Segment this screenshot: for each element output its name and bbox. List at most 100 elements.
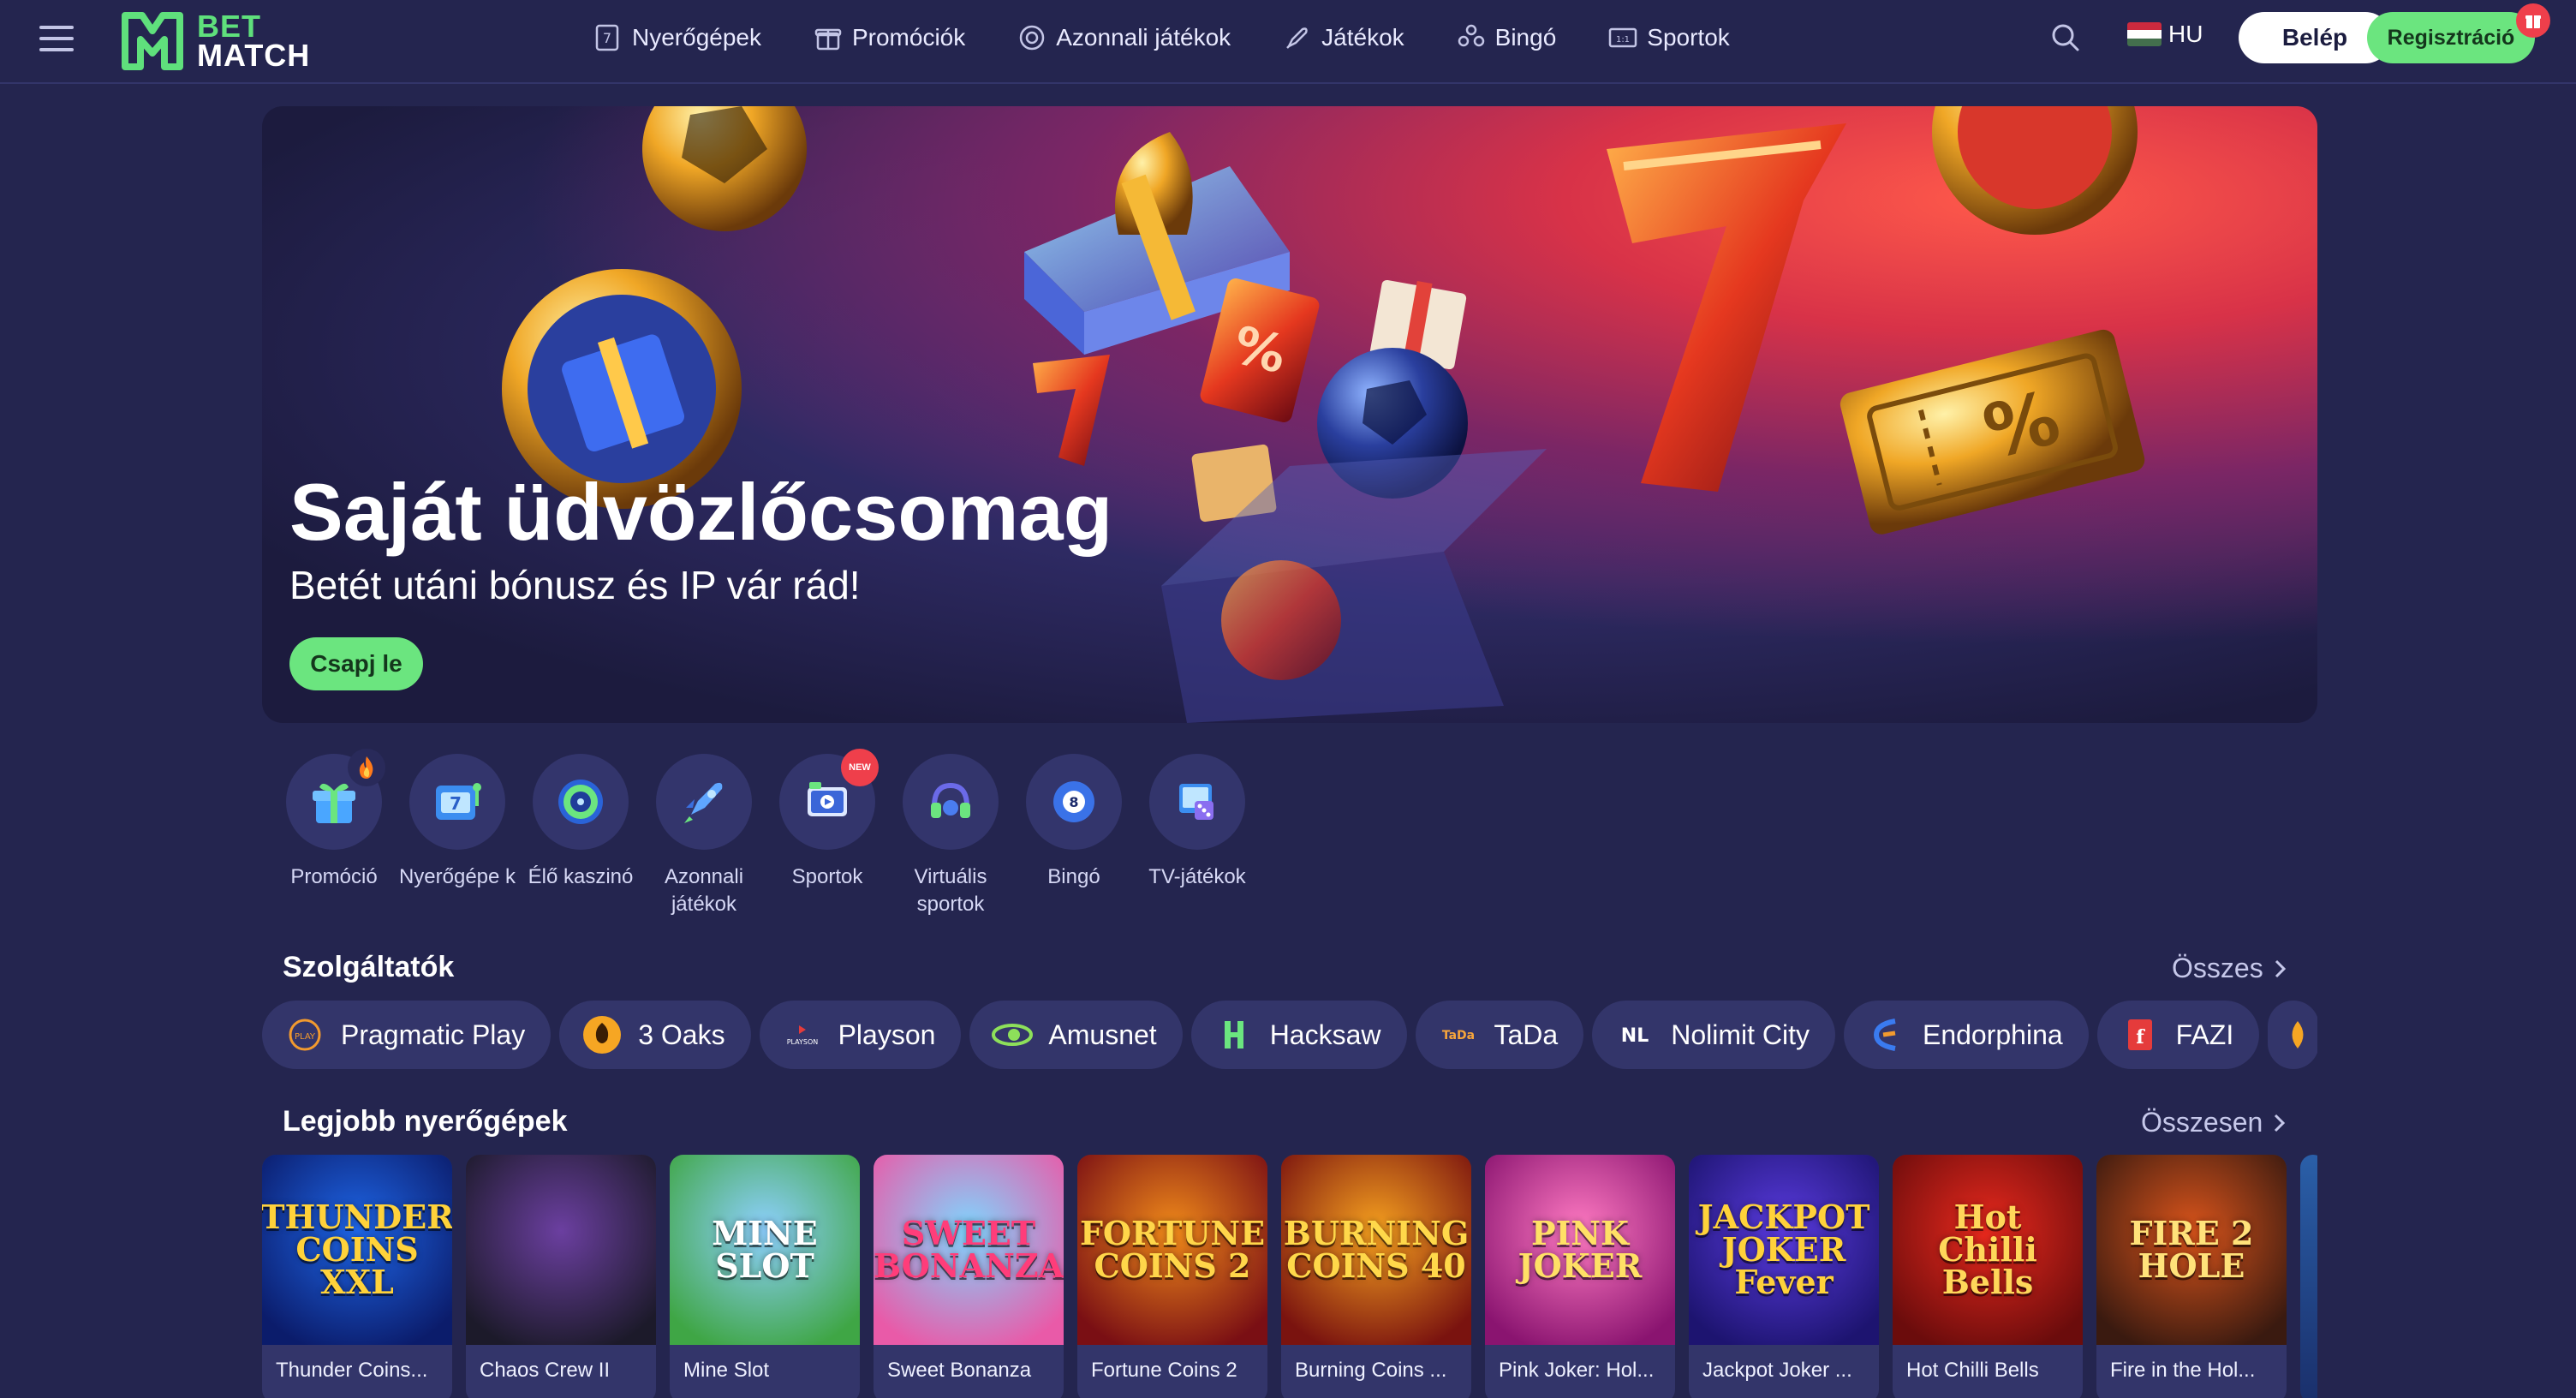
category-sports[interactable]: NEW Sportok <box>766 749 889 918</box>
category-label: Azonnali játékok <box>664 865 744 916</box>
game-tile[interactable]: PINK JOKER Pink Joker: Hol... <box>1485 1155 1675 1398</box>
gift-icon <box>814 28 842 51</box>
game-logo-text: SWEET BONANZA <box>874 1214 1064 1285</box>
game-thumbnail: PINK JOKER <box>1485 1155 1675 1345</box>
tada-icon: TaDa <box>1438 1014 1479 1055</box>
nav-item-instant-games[interactable]: Azonnali játékok <box>1017 22 1231 53</box>
game-title: Chaos Crew II <box>480 1359 611 1382</box>
provider-amusnet[interactable]: Amusnet <box>969 1001 1183 1069</box>
game-thumbnail: MINE SLOT <box>670 1155 860 1345</box>
category-label: Promóció <box>290 865 378 888</box>
category-tv-games[interactable]: TV-játékok <box>1136 754 1259 918</box>
game-tile[interactable]: FORTUNE COINS 2 Fortune Coins 2 <box>1077 1155 1267 1398</box>
game-thumbnail: FORTUNE COINS 2 <box>1077 1155 1267 1345</box>
game-tile[interactable]: BURNING COINS 40 Burning Coins ... <box>1281 1155 1471 1398</box>
nav-label: Nyerőgépek <box>632 24 761 51</box>
nav-item-games[interactable]: Játékok <box>1282 22 1404 53</box>
game-logo-text: Hot Chilli Bells <box>1938 1198 2037 1301</box>
hero-banner[interactable]: % % Saját üdvözlőcsomag Betét utáni bónu… <box>262 106 2317 723</box>
hacksaw-icon <box>1213 1014 1255 1055</box>
hero-cta-button[interactable]: Csapj le <box>289 637 423 690</box>
category-label: Sportok <box>791 865 863 888</box>
game-tile[interactable]: FIRE 2 HOLE Fire in the Hol... <box>2096 1155 2287 1398</box>
category-promotion[interactable]: Promóció <box>272 749 396 918</box>
chip-icon <box>1020 25 1045 51</box>
top-slots-all-link[interactable]: Összesen <box>2141 1107 2287 1138</box>
game-tile-partial[interactable] <box>2300 1155 2317 1398</box>
tv-dice-icon <box>1179 784 1213 820</box>
svg-text:TaDa: TaDa <box>1441 1029 1474 1043</box>
category-label: TV-játékok <box>1148 865 1246 888</box>
nav-label: Azonnali játékok <box>1056 24 1231 51</box>
language-selector[interactable]: HU <box>2127 21 2203 48</box>
betmatch-logo-icon <box>122 12 183 70</box>
provider-3-oaks[interactable]: 3 Oaks <box>559 1001 751 1069</box>
game-logo-text: FIRE 2 HOLE <box>2129 1214 2254 1285</box>
category-label: Bingó <box>1047 865 1100 888</box>
nav-item-slots[interactable]: 7 Nyerőgépek <box>593 22 761 53</box>
game-title: Hot Chilli Bells <box>1906 1359 2039 1382</box>
game-title: Fire in the Hol... <box>2110 1359 2256 1382</box>
game-title: Sweet Bonanza <box>887 1359 1032 1382</box>
provider-pragmatic-play[interactable]: PLAY Pragmatic Play <box>262 1001 552 1069</box>
provider-playson[interactable]: PLAYSON Playson <box>759 1001 962 1069</box>
fazi-icon: f <box>2120 1014 2161 1055</box>
fire-badge-icon <box>348 749 385 786</box>
svg-text:7: 7 <box>603 30 611 46</box>
category-label: Élő kaszinó <box>528 865 634 888</box>
provider-next-partial[interactable] <box>2268 1001 2317 1069</box>
game-tile[interactable]: THUNDER COINS XXL Thunder Coins... <box>262 1155 452 1398</box>
game-thumbnail: BURNING COINS 40 <box>1281 1155 1471 1345</box>
provider-hacksaw[interactable]: Hacksaw <box>1190 1001 1407 1069</box>
game-tile[interactable]: JACKPOT JOKER Fever Jackpot Joker ... <box>1689 1155 1879 1398</box>
games-row: THUNDER COINS XXL Thunder Coins... Chaos C… <box>262 1155 2317 1398</box>
provider-nolimit-city[interactable]: NL Nolimit City <box>1592 1001 1835 1069</box>
game-thumbnail: Hot Chilli Bells <box>1893 1155 2083 1345</box>
game-title: Thunder Coins... <box>276 1359 428 1382</box>
svg-text:1:1: 1:1 <box>1616 35 1630 45</box>
provider-endorphina[interactable]: Endorphina <box>1843 1001 2089 1069</box>
brand-logo[interactable]: BET MATCH <box>120 9 310 74</box>
nav-item-sports[interactable]: 1:1 Sportok <box>1607 22 1730 53</box>
provider-tada[interactable]: TaDa TaDa <box>1415 1001 1584 1069</box>
game-tile[interactable]: Chaos Crew II <box>466 1155 656 1398</box>
amusnet-icon <box>992 1014 1034 1055</box>
category-live-casino[interactable]: Élő kaszinó <box>519 754 642 918</box>
game-tile[interactable]: MINE SLOT Mine Slot <box>670 1155 860 1398</box>
providers-all-link[interactable]: Összes <box>2172 953 2287 984</box>
svg-text:PLAY: PLAY <box>295 1032 316 1042</box>
3-oaks-icon <box>581 1014 623 1055</box>
chevron-right-icon <box>2275 959 2286 977</box>
game-tile[interactable]: SWEET BONANZA Sweet Bonanza <box>874 1155 1064 1398</box>
gift-badge-icon[interactable] <box>2516 3 2550 38</box>
nav-item-bingo[interactable]: Bingó <box>1456 22 1556 53</box>
top-header: BET MATCH 7 Nyerőgépek Promóciók Azonnal… <box>0 0 2576 84</box>
game-title: Mine Slot <box>683 1359 770 1382</box>
game-logo-text: BURNING COINS 40 <box>1283 1214 1470 1285</box>
hero-artwork: % % <box>502 106 2145 723</box>
category-label: Nyerőgépe k <box>398 865 516 888</box>
game-logo-text: JACKPOT JOKER Fever <box>1697 1198 1870 1301</box>
svg-text:f: f <box>2136 1026 2145 1048</box>
brand-line2: MATCH <box>197 38 311 73</box>
nolimit-city-icon: NL <box>1614 1014 1655 1055</box>
search-icon[interactable] <box>2048 21 2083 55</box>
category-instant-games[interactable]: Azonnali játékok <box>642 754 766 918</box>
game-tile[interactable]: Hot Chilli Bells Hot Chilli Bells <box>1893 1155 2083 1398</box>
hungary-flag-icon <box>2127 22 2162 46</box>
game-title: Pink Joker: Hol... <box>1499 1359 1655 1382</box>
category-bingo[interactable]: 8 Bingó <box>1012 754 1136 918</box>
scoreboard-icon: 1:1 <box>1609 27 1637 48</box>
menu-icon[interactable] <box>39 26 74 57</box>
pragmatic-play-icon: PLAY <box>284 1014 325 1055</box>
providers-row: PLAY Pragmatic Play 3 Oaks PLAYSON Plays… <box>262 1001 2317 1069</box>
top-slots-title: Legjobb nyerőgépek <box>283 1105 568 1138</box>
category-slots[interactable]: 7 Nyerőgépe k <box>396 754 519 918</box>
category-label: Virtuális sportok <box>914 865 987 916</box>
nav-item-promotions[interactable]: Promóciók <box>813 22 965 53</box>
brand-line1: BET <box>197 9 261 44</box>
register-button[interactable]: Regisztráció <box>2367 12 2535 63</box>
provider-fazi[interactable]: f FAZI <box>2096 1001 2260 1069</box>
category-virtual-sports[interactable]: Virtuális sportok <box>889 754 1012 918</box>
endorphina-icon <box>1866 1014 1907 1055</box>
